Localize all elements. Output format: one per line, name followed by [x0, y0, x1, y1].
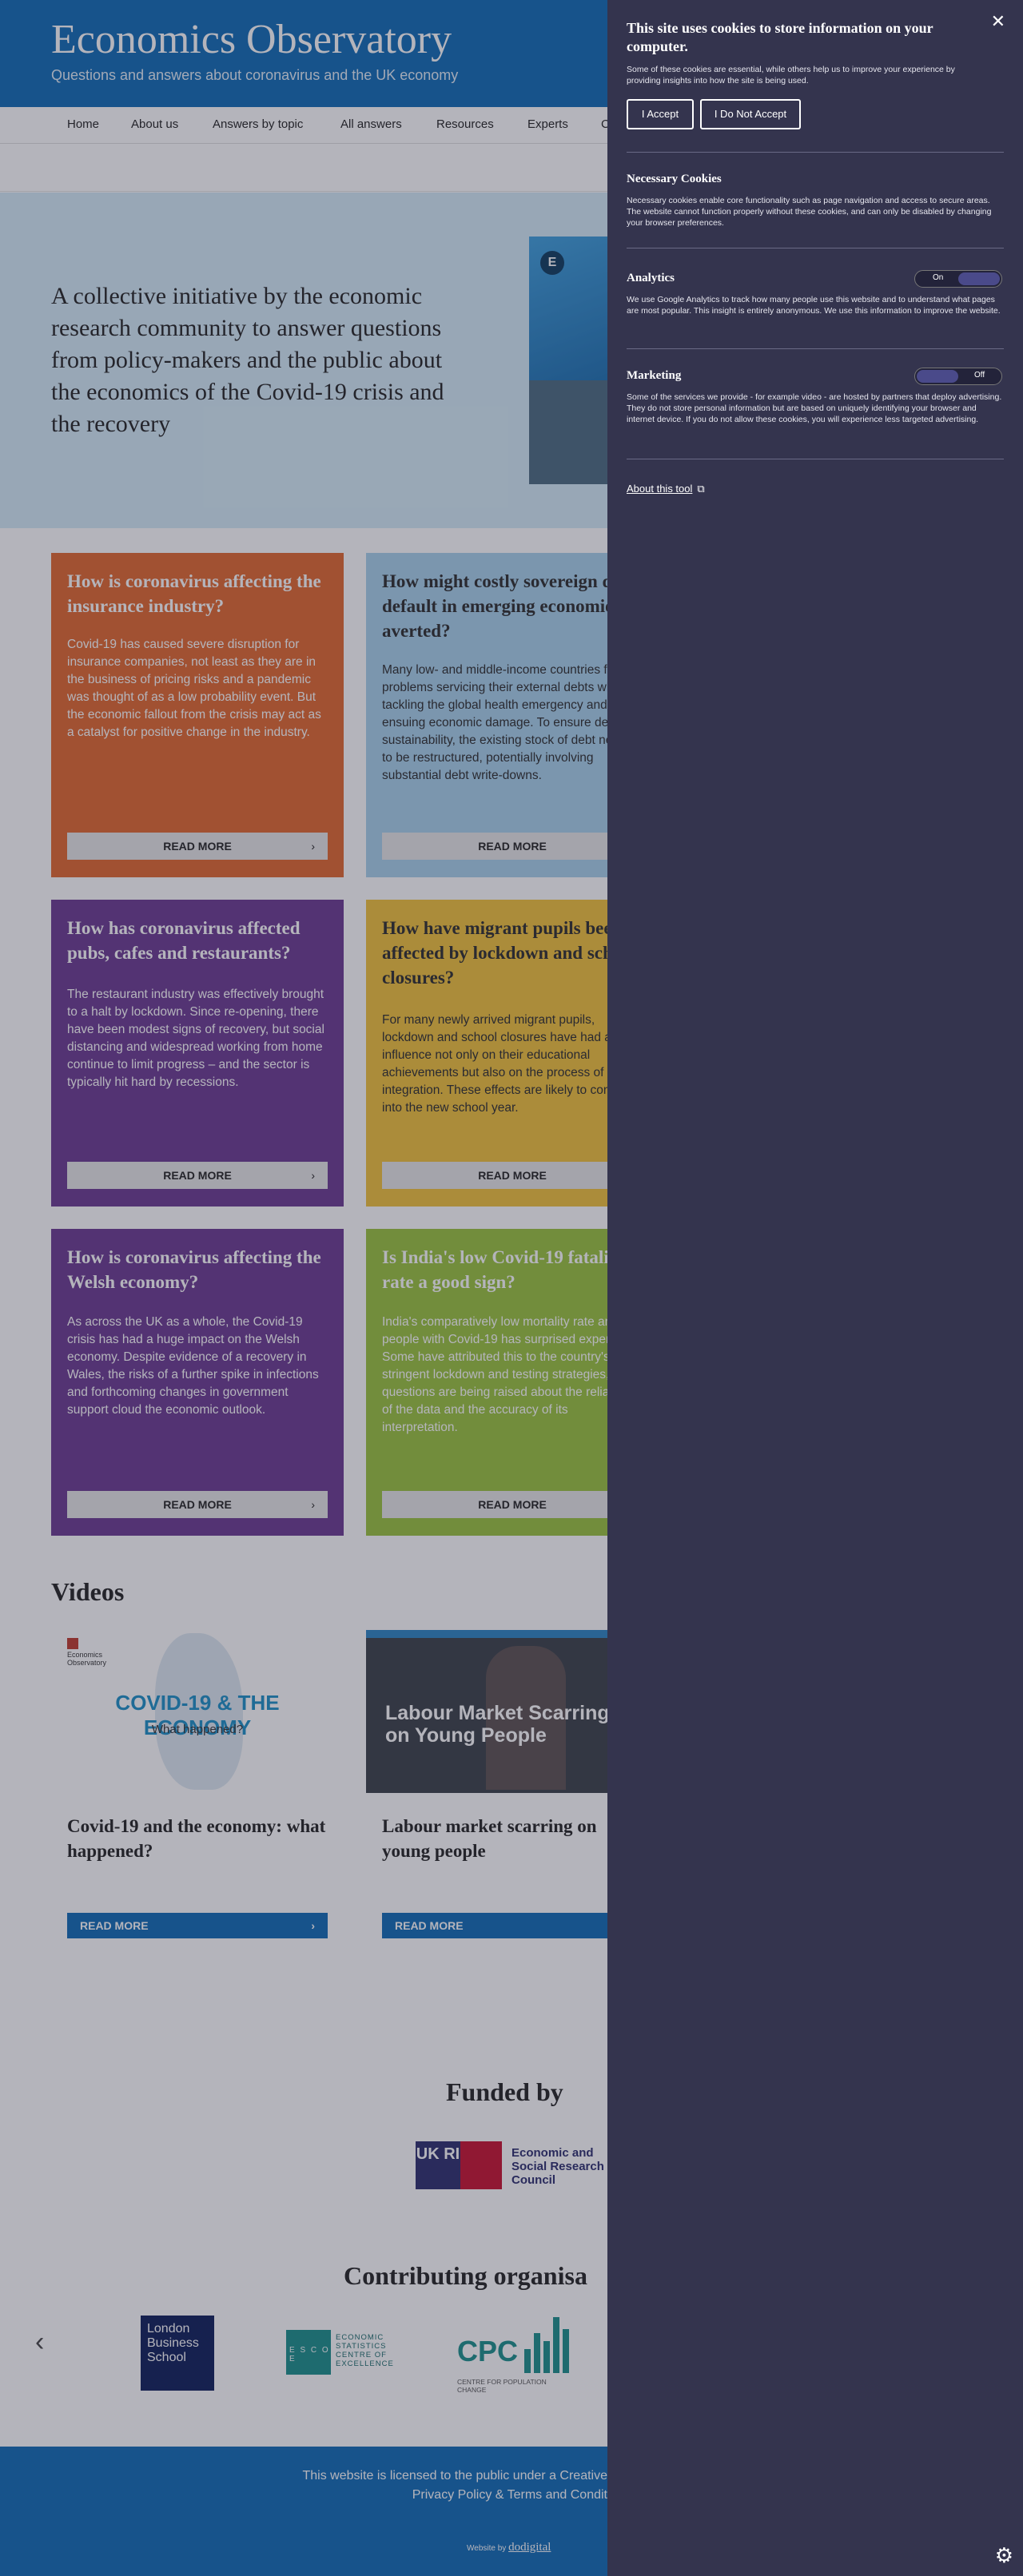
necessary-heading: Necessary Cookies: [627, 173, 722, 185]
close-icon[interactable]: ✕: [991, 11, 1005, 32]
necessary-text: Necessary cookies enable core functional…: [627, 196, 992, 228]
divider: [627, 348, 1004, 349]
marketing-heading: Marketing: [627, 369, 682, 382]
toggle-knob: [917, 370, 958, 383]
analytics-heading: Analytics: [627, 272, 675, 284]
cookie-consent-panel: ✕ This site uses cookies to store inform…: [607, 0, 1023, 2576]
cookie-title: This site uses cookies to store informat…: [627, 20, 933, 54]
about-tool-label: About this tool: [627, 483, 693, 495]
decline-button[interactable]: I Do Not Accept: [700, 99, 801, 129]
gear-icon: ⚙: [994, 2543, 1013, 2567]
marketing-text: Some of the services we provide - for ex…: [627, 392, 1002, 424]
marketing-toggle[interactable]: Off: [914, 368, 1002, 385]
about-tool-link[interactable]: About this tool ⧉: [627, 483, 705, 495]
analytics-text: We use Google Analytics to track how man…: [627, 295, 1001, 316]
divider: [627, 152, 1004, 153]
analytics-toggle[interactable]: On: [914, 270, 1002, 288]
toggle-state-label: On: [933, 273, 944, 282]
toggle-state-label: Off: [974, 371, 985, 380]
external-link-icon: ⧉: [697, 483, 705, 495]
accept-button[interactable]: I Accept: [627, 99, 694, 129]
toggle-knob: [958, 272, 1000, 285]
cookie-intro: Some of these cookies are essential, whi…: [627, 65, 955, 85]
